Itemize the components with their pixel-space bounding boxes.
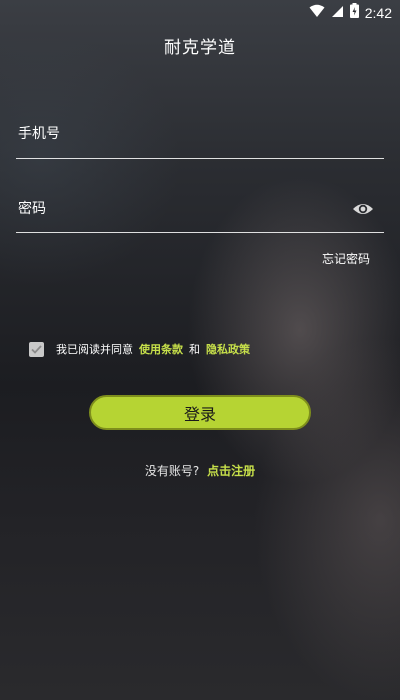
register-row: 没有账号? 点击注册: [0, 462, 400, 479]
agreement-checkbox[interactable]: [29, 341, 44, 357]
password-input[interactable]: [16, 186, 348, 232]
phone-input[interactable]: [16, 110, 348, 158]
cell-signal-icon: [331, 3, 344, 22]
agreement-row: 我已阅读并同意 使用条款 和 隐私政策: [29, 341, 250, 357]
status-time: 2:42: [364, 4, 392, 21]
forgot-password-link[interactable]: 忘记密码: [322, 250, 370, 267]
wifi-icon: [309, 3, 325, 22]
status-bar: 2:42: [0, 0, 400, 24]
checkmark-icon: [31, 344, 42, 354]
no-account-text: 没有账号?: [144, 464, 200, 478]
privacy-link[interactable]: 隐私政策: [206, 341, 250, 357]
page-title: 耐克学道: [164, 38, 236, 58]
terms-link[interactable]: 使用条款: [139, 341, 183, 357]
status-icons: 2:42: [309, 3, 392, 22]
password-field: [16, 186, 384, 233]
agreement-text: 我已阅读并同意: [56, 343, 133, 356]
register-link[interactable]: 点击注册: [207, 464, 255, 478]
login-button[interactable]: 登录: [89, 395, 311, 430]
eye-icon[interactable]: [352, 199, 374, 219]
agreement-and: 和: [189, 343, 200, 356]
battery-icon: [349, 3, 359, 22]
phone-field: [16, 110, 384, 159]
